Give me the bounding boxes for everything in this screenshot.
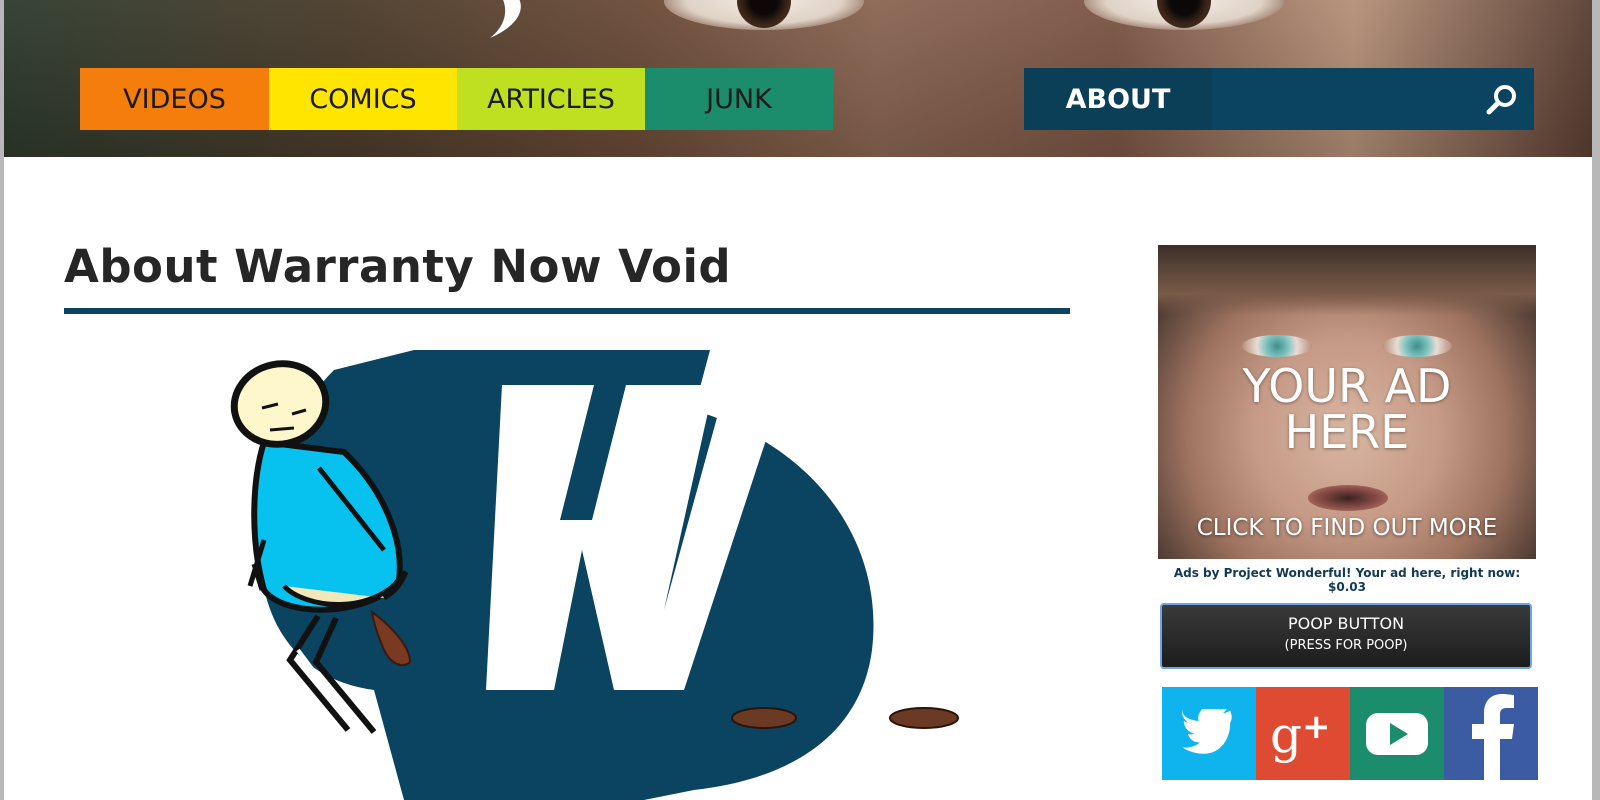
google-plus-link[interactable]: g + <box>1256 687 1350 780</box>
svg-text:g: g <box>1270 706 1302 764</box>
ad-headline: YOUR AD HERE <box>1242 359 1452 459</box>
ad-face-eye-right <box>1382 335 1452 357</box>
secondary-nav: ABOUT <box>1024 68 1534 130</box>
site-logo-tail[interactable] <box>486 0 534 44</box>
search-bar[interactable] <box>1212 68 1534 130</box>
facebook-link[interactable] <box>1444 687 1538 780</box>
wnv-logo-illustration <box>230 350 959 800</box>
twitter-icon <box>1182 708 1232 754</box>
poop-button[interactable]: POOP BUTTON (PRESS FOR POOP) <box>1160 603 1532 669</box>
nav-junk[interactable]: JUNK <box>645 68 833 130</box>
nav-about[interactable]: ABOUT <box>1024 68 1212 130</box>
youtube-icon <box>1366 712 1428 755</box>
twitter-link[interactable] <box>1162 687 1256 780</box>
title-divider <box>64 308 1070 314</box>
page-title: About Warranty Now Void <box>64 240 732 293</box>
ad-banner[interactable]: YOUR AD HERE CLICK TO FIND OUT MORE <box>1158 245 1536 559</box>
ad-face-mouth <box>1308 485 1388 511</box>
search-icon[interactable] <box>1484 82 1520 118</box>
nav-comics[interactable]: COMICS <box>269 68 457 130</box>
page: VIDEOS COMICS ARTICLES JUNK ABOUT About … <box>4 0 1592 800</box>
header-banner: VIDEOS COMICS ARTICLES JUNK ABOUT <box>4 0 1592 157</box>
google-plus-icon: g + <box>1270 706 1331 764</box>
svg-text:+: + <box>1302 707 1331 747</box>
facebook-icon <box>1472 694 1514 780</box>
main-nav: VIDEOS COMICS ARTICLES JUNK <box>80 68 833 130</box>
nav-articles[interactable]: ARTICLES <box>457 68 645 130</box>
ad-face-eye-left <box>1242 335 1312 357</box>
nav-videos[interactable]: VIDEOS <box>80 68 269 130</box>
ad-disclaimer-link[interactable]: Ads by Project Wonderful! Your ad here, … <box>1158 566 1536 594</box>
youtube-link[interactable] <box>1350 687 1444 780</box>
social-links: g + <box>1162 687 1540 780</box>
ad-cta: CLICK TO FIND OUT MORE <box>1196 515 1498 541</box>
